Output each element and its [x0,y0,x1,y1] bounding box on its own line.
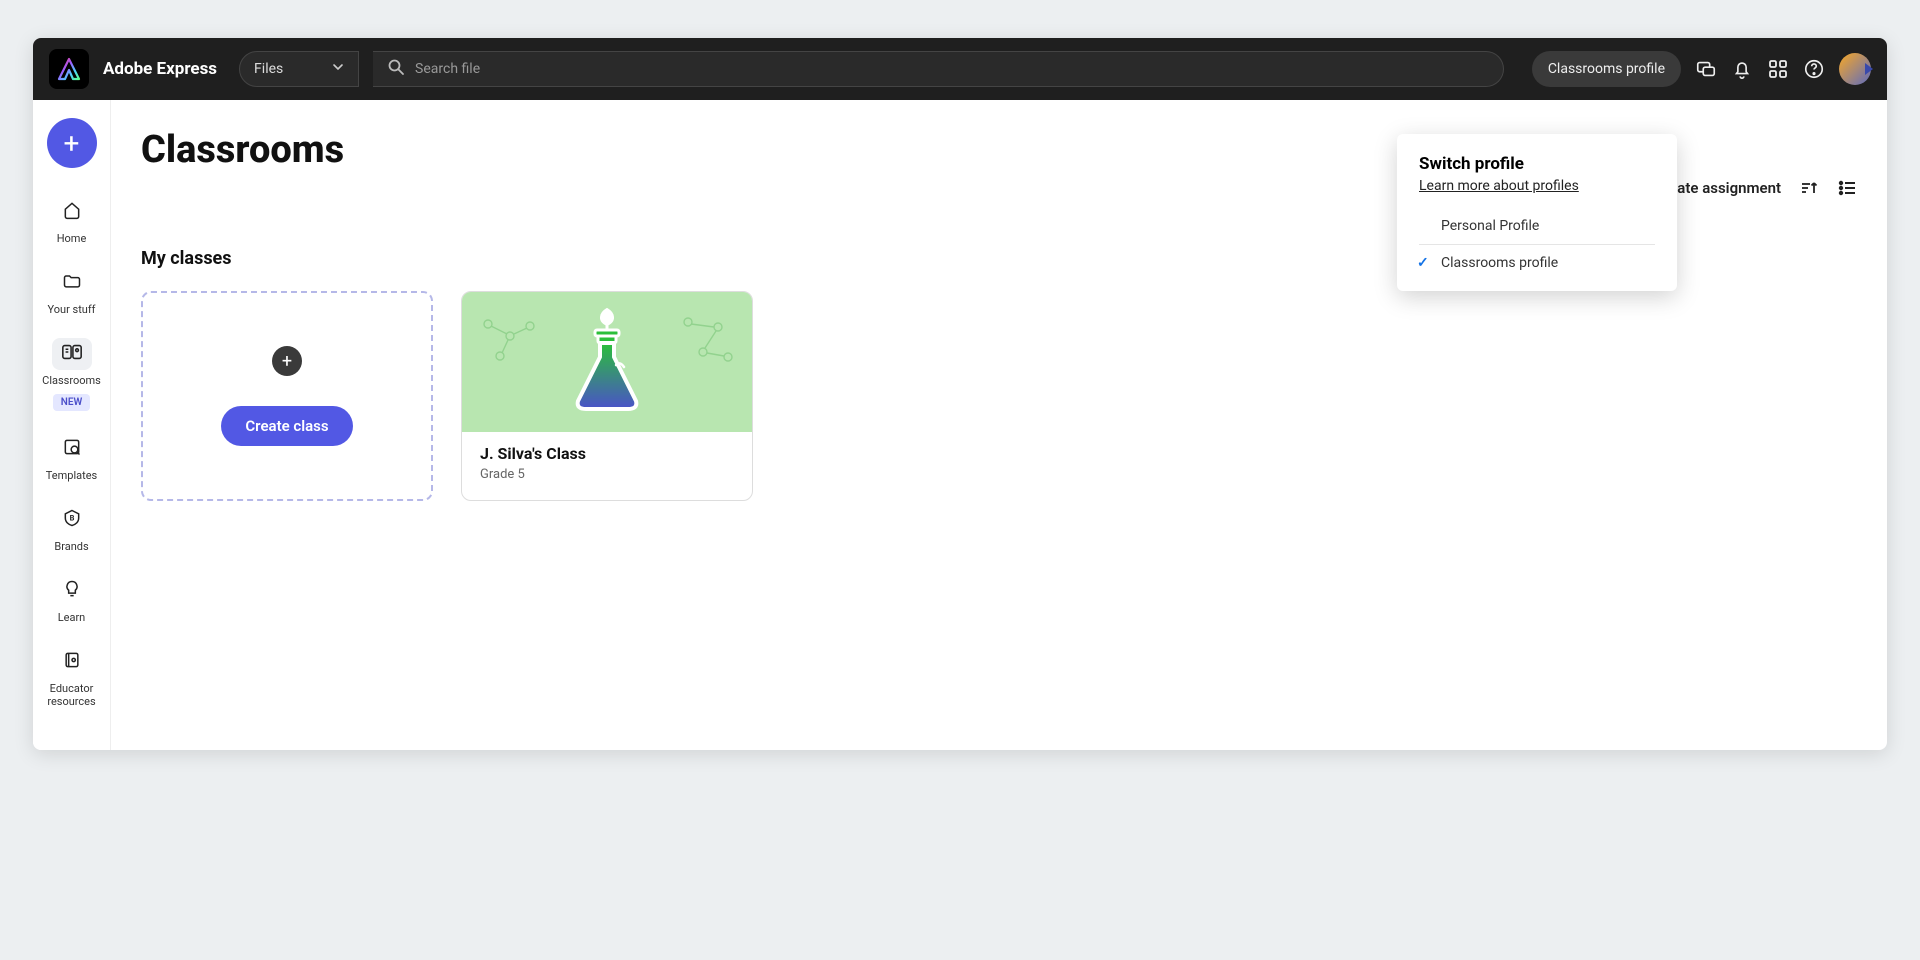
list-view-icon[interactable] [1837,178,1857,198]
profile-option-personal[interactable]: Personal Profile [1397,208,1677,244]
create-class-card[interactable]: + Create class [141,291,433,501]
sidebar-item-label: Templates [46,469,97,482]
sidebar-item-classrooms[interactable]: Classrooms NEW [33,330,110,418]
topbar: Adobe Express Files Classrooms profile [33,38,1887,100]
learn-more-link[interactable]: Learn more about profiles [1397,174,1677,208]
svg-text:B: B [69,513,74,522]
apps-grid-icon[interactable] [1767,58,1789,80]
sidebar-item-templates[interactable]: Templates [33,425,110,490]
popover-title: Switch profile [1397,154,1677,174]
class-name: J. Silva's Class [480,444,734,463]
sidebar-item-label: Home [57,232,87,245]
classrooms-icon [61,342,83,366]
sidebar-item-educator-resources[interactable]: Educator resources [33,638,110,716]
profile-button-label: Classrooms profile [1548,61,1665,77]
sidebar-item-label: Educator resources [37,682,106,708]
create-class-button[interactable]: Create class [221,406,352,446]
plus-icon: + [64,127,80,160]
sidebar-item-label: Learn [58,611,86,624]
class-grade: Grade 5 [480,467,734,482]
help-icon[interactable] [1803,58,1825,80]
new-badge: NEW [53,394,91,411]
class-card[interactable]: J. Silva's Class Grade 5 [461,291,753,501]
files-dropdown[interactable]: Files [239,51,359,87]
profile-option-classrooms[interactable]: ✓ Classrooms profile [1397,245,1677,281]
create-button[interactable]: + [47,118,97,168]
files-dropdown-label: Files [254,61,283,77]
chevron-down-icon [332,61,344,77]
sidebar-item-label: Brands [54,540,88,553]
brand-name: Adobe Express [103,59,217,79]
flask-icon [568,305,646,419]
profile-option-label: Classrooms profile [1441,255,1558,271]
chat-icon[interactable] [1695,58,1717,80]
action-row: Create assignment [1654,178,1857,198]
search-input[interactable] [415,61,1489,77]
sidebar-item-brands[interactable]: B Brands [33,496,110,561]
templates-icon [62,437,82,461]
folder-icon [62,271,82,295]
class-thumbnail [462,292,752,432]
profile-switcher-button[interactable]: Classrooms profile [1532,51,1681,87]
search-icon [387,58,405,80]
plus-circle-icon: + [272,346,302,376]
sidebar-item-label: Classrooms [42,374,101,387]
sidebar-item-label: Your stuff [47,303,95,316]
adobe-logo-icon[interactable] [49,49,89,89]
sidebar: + Home Your stuff Classrooms NEW Templat [33,100,111,750]
checkmark-icon: ✓ [1417,255,1429,271]
home-icon [62,200,82,224]
brands-icon: B [62,508,82,532]
bell-icon[interactable] [1731,58,1753,80]
sidebar-item-your-stuff[interactable]: Your stuff [33,259,110,324]
profile-switcher-popover: Switch profile Learn more about profiles… [1397,134,1677,291]
cards-row: + Create class [141,291,1857,501]
user-avatar[interactable] [1839,53,1871,85]
profile-option-label: Personal Profile [1441,218,1539,234]
sidebar-item-learn[interactable]: Learn [33,567,110,632]
sidebar-item-home[interactable]: Home [33,188,110,253]
lightbulb-icon [62,579,82,603]
class-info: J. Silva's Class Grade 5 [462,432,752,494]
search-field[interactable] [373,51,1504,87]
app-window: Adobe Express Files Classrooms profile [33,38,1887,750]
sort-icon[interactable] [1799,178,1819,198]
book-icon [62,650,82,674]
